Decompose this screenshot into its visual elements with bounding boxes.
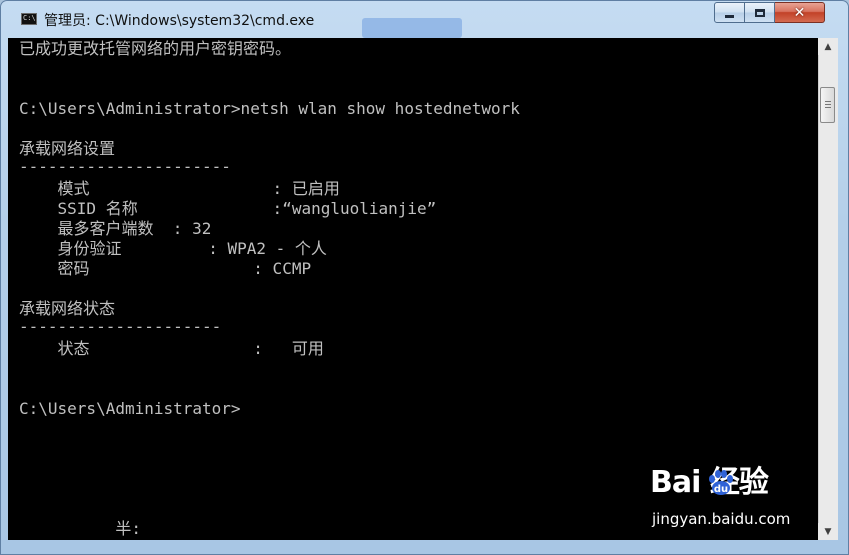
console-line: 已成功更改托管网络的用户密钥密码。 [19,39,292,58]
console-line: 密码 : CCMP [19,259,312,278]
baidu-paw-icon: du [709,470,733,495]
console-line: 半: [19,519,141,538]
scroll-down-button[interactable]: ▼ [818,523,838,540]
grip-line [825,104,831,105]
grip-line [825,101,831,102]
console-line: 身份验证 : WPA2 - 个人 [19,239,327,258]
title-bar[interactable]: C:\ 管理员: C:\Windows\system32\cmd.exe ✕ [0,0,849,38]
scroll-thumb[interactable] [820,87,835,123]
minimize-icon [725,15,734,18]
console-line: ---------------------- [19,157,231,176]
watermark-url: jingyan.baidu.com [652,510,791,528]
minimize-button[interactable] [714,2,745,23]
console-line: 承载网络状态 [19,299,116,318]
cmd-window: C:\ 管理员: C:\Windows\system32\cmd.exe ✕ 已… [0,0,849,555]
cmd-icon[interactable]: C:\ [21,13,37,25]
grip-line [825,107,831,108]
console-line: 模式 : 已启用 [19,179,340,198]
close-button[interactable]: ✕ [775,2,825,23]
console-line: 状态 : 可用 [19,339,324,358]
cmd-icon-text: C:\ [23,14,36,22]
chevron-up-icon: ▲ [824,41,832,52]
svg-text:du: du [714,484,728,495]
maximize-button[interactable] [745,2,775,23]
console-line: SSID 名称 :“wangluolianjie” [19,199,437,218]
console-line: 承载网络设置 [19,139,116,158]
window-title: 管理员: C:\Windows\system32\cmd.exe [44,13,315,29]
vertical-scrollbar[interactable]: ▲ ▼ [818,38,838,540]
console-prompt: C:\Users\Administrator> [19,399,241,418]
scroll-up-button[interactable]: ▲ [818,38,838,55]
console-line: --------------------- [19,317,222,336]
maximize-icon [754,8,765,17]
close-icon: ✕ [793,4,806,21]
title-highlight [362,18,462,38]
console-line: 最多客户端数 : 32 [19,219,212,238]
baidu-watermark: Bai 经验 du jingyan.baidu.com [648,466,808,536]
chevron-down-icon: ▼ [824,526,832,537]
window-controls: ✕ [714,2,825,24]
console-line: C:\Users\Administrator>netsh wlan show h… [19,99,520,118]
